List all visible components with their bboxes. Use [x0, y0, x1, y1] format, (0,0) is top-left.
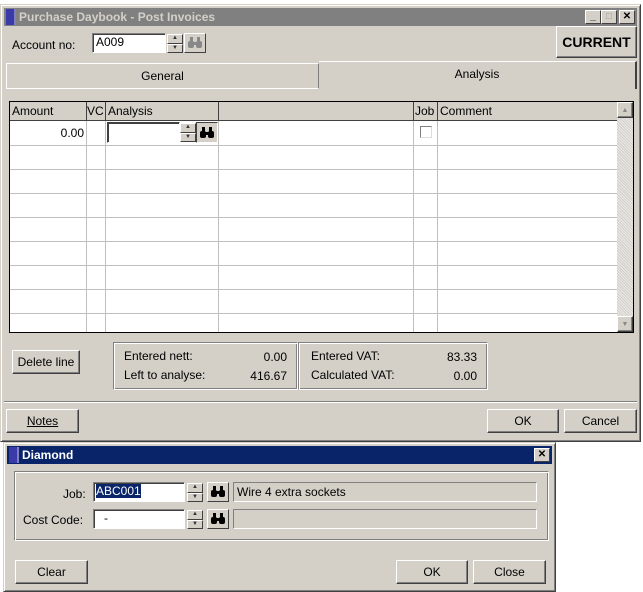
- account-spinner[interactable]: ▲ ▼: [167, 34, 183, 53]
- window-title: Purchase Daybook - Post Invoices: [19, 10, 216, 24]
- col-header-amount[interactable]: Amount: [10, 102, 87, 121]
- clear-button[interactable]: Clear: [15, 560, 88, 584]
- job-label: Job:: [63, 487, 86, 501]
- cell-amount[interactable]: 0.00: [10, 126, 84, 140]
- account-lookup-button[interactable]: [184, 33, 206, 53]
- dialog-title: Diamond: [22, 448, 74, 462]
- diamond-dialog: Diamond ✕ Job: ABC001 ▲ ▼ Wire 4 extra s…: [3, 442, 556, 592]
- cost-code-lookup-button[interactable]: [207, 509, 229, 529]
- cancel-button[interactable]: Cancel: [564, 409, 637, 433]
- separator: [4, 401, 637, 403]
- col-header-job[interactable]: Job: [414, 102, 438, 121]
- cost-code-description: [233, 509, 537, 529]
- nett-totals-panel: Entered nett: 0.00 Left to analyse: 416.…: [113, 342, 298, 390]
- cell-analysis-input[interactable]: [107, 122, 180, 143]
- left-to-analyse-value: 416.67: [250, 369, 287, 383]
- minimize-button[interactable]: _: [585, 10, 601, 24]
- calculated-vat-label: Calculated VAT:: [311, 368, 395, 382]
- title-bar: Purchase Daybook - Post Invoices _ □ ✕: [4, 8, 637, 26]
- close-button[interactable]: ✕: [619, 10, 635, 24]
- delete-line-button[interactable]: Delete line: [12, 350, 80, 374]
- app-icon: [9, 447, 19, 463]
- col-header-vc[interactable]: VC: [87, 102, 106, 121]
- analysis-spinner[interactable]: ▲ ▼: [180, 123, 196, 142]
- binoculars-icon: [211, 486, 225, 497]
- ok-button[interactable]: OK: [487, 409, 559, 433]
- job-checkbox[interactable]: [420, 126, 432, 138]
- binoculars-icon: [200, 126, 214, 138]
- dialog-close-action-button[interactable]: Close: [473, 560, 546, 584]
- dialog-ok-button[interactable]: OK: [396, 560, 468, 584]
- job-lookup-button[interactable]: [207, 482, 229, 502]
- job-spinner[interactable]: ▲ ▼: [187, 483, 203, 502]
- account-value: A009: [96, 35, 125, 49]
- vat-totals-panel: Entered VAT: 83.33 Calculated VAT: 0.00: [298, 342, 488, 390]
- grid-divider: [10, 145, 617, 146]
- entered-vat-value: 83.33: [446, 350, 477, 364]
- spin-down-icon[interactable]: ▼: [187, 519, 203, 529]
- grid-divider: [10, 193, 617, 194]
- cost-code-spinner[interactable]: ▲ ▼: [187, 510, 203, 529]
- left-to-analyse-label: Left to analyse:: [124, 368, 206, 382]
- ok-button-label: OK: [514, 414, 532, 428]
- grid-divider: [10, 289, 617, 290]
- scroll-up-button[interactable]: ▲: [617, 102, 633, 118]
- dialog-close-button[interactable]: ✕: [534, 448, 550, 462]
- account-input[interactable]: A009: [92, 33, 166, 53]
- calculated-vat-value: 0.00: [453, 369, 477, 383]
- job-description-text: Wire 4 extra sockets: [237, 485, 346, 499]
- analysis-grid: Amount VC Analysis Job Comment 0.00 ▲ ▼: [9, 101, 634, 333]
- entered-nett-label: Entered nett:: [124, 349, 193, 363]
- grid-divider: [10, 265, 617, 266]
- spin-up-icon[interactable]: ▲: [167, 34, 183, 44]
- binoculars-icon: [188, 37, 202, 48]
- scroll-down-button[interactable]: ▼: [617, 316, 633, 332]
- tab-analysis[interactable]: Analysis: [319, 61, 637, 89]
- entered-vat-label: Entered VAT:: [311, 349, 380, 363]
- binoculars-icon: [211, 513, 225, 524]
- cost-code-value: -: [104, 511, 108, 525]
- col-header-comment[interactable]: Comment: [438, 102, 618, 121]
- dialog-ok-label: OK: [423, 565, 441, 579]
- entered-nett-value: 0.00: [263, 350, 287, 364]
- grid-divider: [86, 121, 87, 332]
- grid-divider: [218, 121, 219, 332]
- spin-up-icon[interactable]: ▲: [187, 483, 203, 493]
- grid-divider: [10, 217, 617, 218]
- grid-divider: [105, 121, 106, 332]
- maximize-button[interactable]: □: [601, 10, 617, 24]
- col-header-description[interactable]: [219, 102, 414, 121]
- job-groupbox: Job: ABC001 ▲ ▼ Wire 4 extra sockets Cos…: [14, 471, 549, 541]
- tab-general[interactable]: General: [6, 63, 319, 89]
- job-value: ABC001: [96, 484, 141, 498]
- app-icon: [6, 9, 16, 25]
- spin-up-icon[interactable]: ▲: [180, 123, 196, 133]
- col-header-analysis[interactable]: Analysis: [106, 102, 219, 121]
- notes-button-label: Notes: [26, 414, 59, 428]
- table-row[interactable]: 0.00 ▲ ▼: [10, 121, 617, 145]
- grid-divider: [10, 241, 617, 242]
- tab-general-label: General: [141, 69, 184, 83]
- cost-code-input[interactable]: -: [93, 509, 185, 529]
- spin-down-icon[interactable]: ▼: [180, 132, 196, 142]
- spin-down-icon[interactable]: ▼: [187, 492, 203, 502]
- dialog-title-bar: Diamond ✕: [7, 446, 552, 464]
- cost-code-label: Cost Code:: [23, 513, 84, 527]
- account-label: Account no:: [12, 38, 76, 52]
- current-button[interactable]: CURRENT: [556, 26, 637, 58]
- job-input[interactable]: ABC001: [93, 482, 185, 502]
- spin-up-icon[interactable]: ▲: [187, 510, 203, 520]
- spin-down-icon[interactable]: ▼: [167, 43, 183, 53]
- purchase-daybook-window: Purchase Daybook - Post Invoices _ □ ✕ A…: [0, 4, 641, 442]
- tab-analysis-label: Analysis: [454, 67, 500, 81]
- notes-button[interactable]: Notes: [6, 409, 79, 433]
- grid-divider: [413, 121, 414, 332]
- grid-divider: [437, 121, 438, 332]
- grid-scrollbar[interactable]: ▲ ▼: [617, 102, 633, 332]
- grid-divider: [10, 169, 617, 170]
- analysis-lookup-button[interactable]: [196, 122, 218, 143]
- job-description: Wire 4 extra sockets: [233, 482, 537, 502]
- grid-divider: [10, 313, 617, 314]
